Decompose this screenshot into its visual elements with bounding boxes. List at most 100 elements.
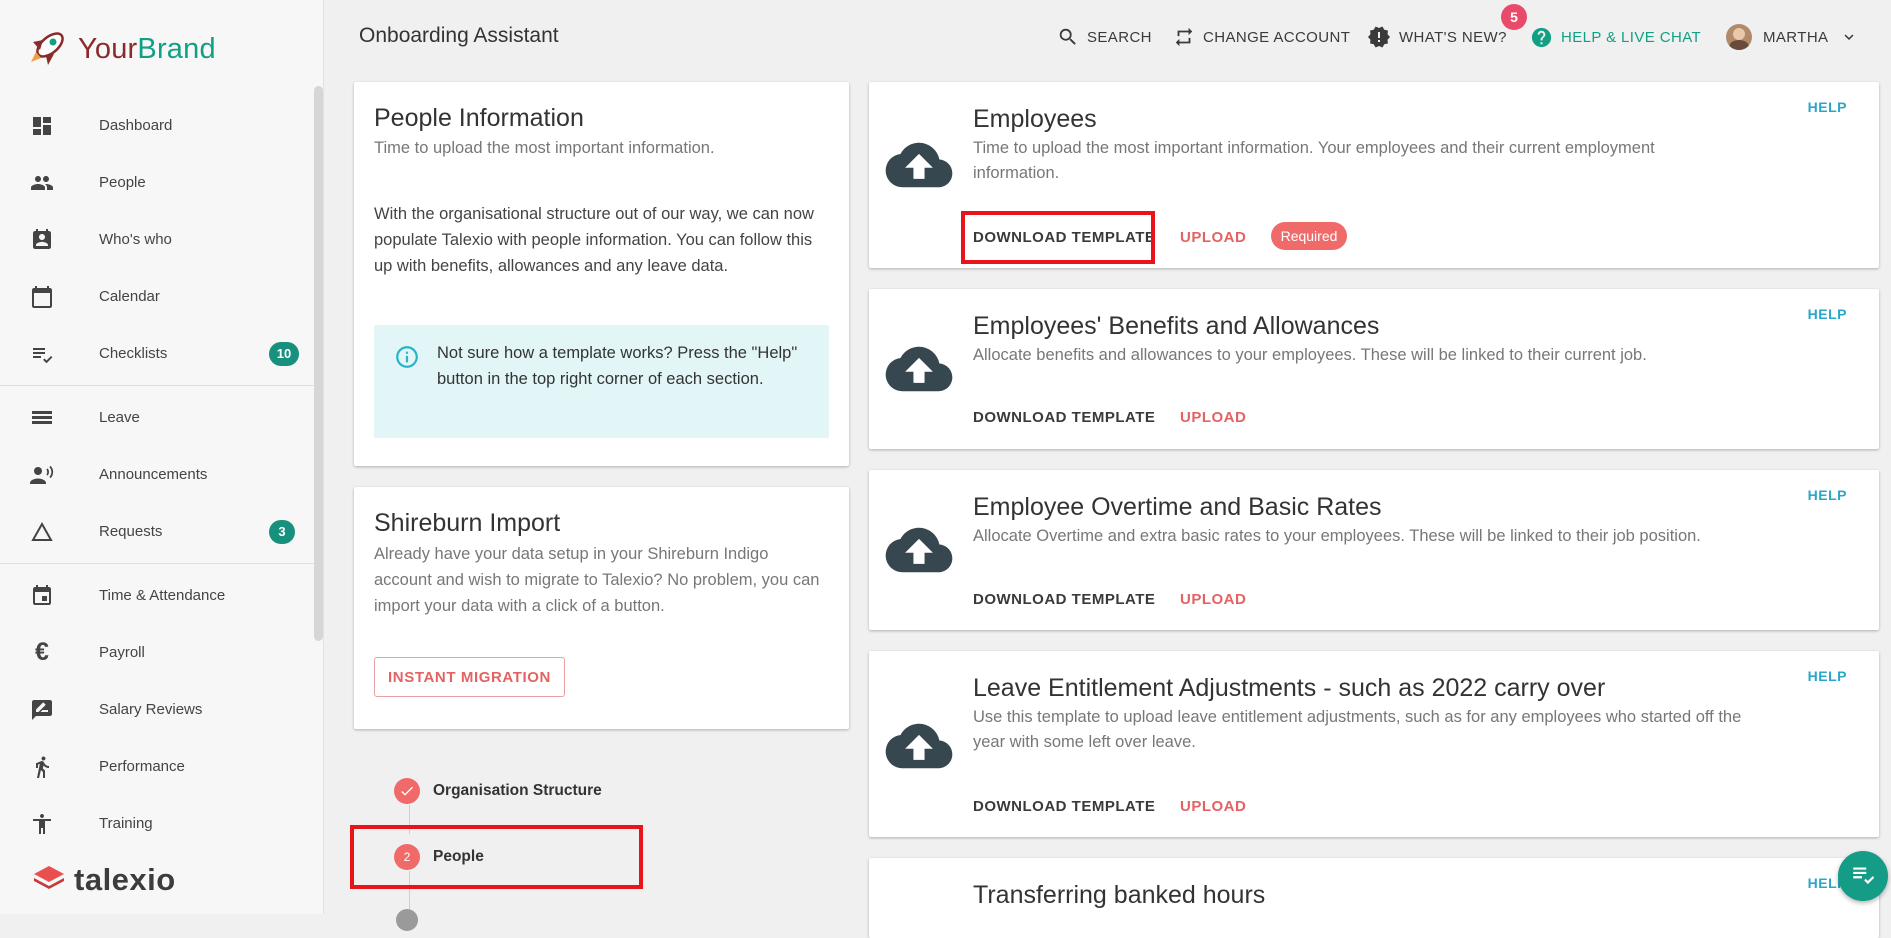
- sidebar-item-whos-who[interactable]: Who's who: [0, 211, 314, 268]
- download-template-button[interactable]: DOWNLOAD TEMPLATE: [973, 591, 1155, 608]
- highlight-box-download-template: [961, 211, 1155, 264]
- sidebar-item-label: Dashboard: [99, 117, 173, 134]
- cloud-upload-icon: [885, 140, 953, 195]
- sidebar-item-label: Checklists: [99, 345, 168, 362]
- cloud-upload-icon: [885, 344, 953, 399]
- help-circle-icon: [1530, 26, 1553, 49]
- calendar-icon: [28, 283, 56, 311]
- sidebar-item-performance[interactable]: Performance: [0, 738, 314, 795]
- sidebar-scrollbar[interactable]: [314, 86, 323, 641]
- info-callout-text: Not sure how a template works? Press the…: [437, 344, 798, 388]
- sidebar-item-calendar[interactable]: Calendar: [0, 268, 314, 325]
- sidebar: YourBrand Dashboard People Who's who Cal…: [0, 0, 324, 914]
- swap-icon: [1173, 26, 1195, 48]
- download-template-button[interactable]: DOWNLOAD TEMPLATE: [973, 798, 1155, 815]
- help-link[interactable]: HELP: [1808, 306, 1847, 322]
- brand-logo[interactable]: YourBrand: [28, 28, 216, 71]
- page-title: Onboarding Assistant: [359, 24, 559, 47]
- sidebar-item-label: Calendar: [99, 288, 160, 305]
- user-menu[interactable]: MARTHA: [1726, 24, 1858, 50]
- chevron-down-icon: [1840, 28, 1858, 46]
- change-account-label: CHANGE ACCOUNT: [1203, 28, 1351, 46]
- accessibility-icon: [28, 810, 56, 838]
- step-organisation-structure[interactable]: Organisation Structure: [394, 778, 602, 804]
- change-account-button[interactable]: CHANGE ACCOUNT: [1173, 24, 1350, 50]
- shireburn-import-card: Shireburn Import Already have your data …: [354, 487, 849, 729]
- next-step-dot: [396, 909, 418, 931]
- people-info-title: People Information: [374, 104, 584, 132]
- whats-new-button[interactable]: WHAT'S NEW?: [1367, 24, 1507, 50]
- avatar: [1726, 24, 1752, 50]
- download-template-button[interactable]: DOWNLOAD TEMPLATE: [973, 409, 1155, 426]
- upload-card-description: Time to upload the most important inform…: [973, 139, 1655, 182]
- sidebar-item-label: Time & Attendance: [99, 587, 226, 604]
- people-information-card: People Information Time to upload the mo…: [354, 82, 849, 466]
- upload-card-title: Employees: [973, 105, 1097, 133]
- help-link[interactable]: HELP: [1808, 668, 1847, 684]
- upload-card-title: Employee Overtime and Basic Rates: [973, 493, 1382, 521]
- upload-button[interactable]: UPLOAD: [1180, 409, 1246, 426]
- announcement-icon: [28, 461, 56, 489]
- cloud-upload-icon: [885, 525, 953, 580]
- upload-card-benefits-allowances: Employees' Benefits and Allowances Alloc…: [869, 289, 1879, 449]
- help-link[interactable]: HELP: [1808, 99, 1847, 115]
- shireburn-title: Shireburn Import: [374, 509, 561, 537]
- sidebar-item-requests[interactable]: Requests 3: [0, 503, 314, 560]
- nav-divider: [0, 385, 314, 386]
- sidebar-item-label: People: [99, 174, 146, 191]
- requests-count-badge: 3: [269, 519, 295, 544]
- euro-icon: €: [35, 638, 49, 666]
- nav-divider: [0, 563, 314, 564]
- sidebar-item-announcements[interactable]: Announcements: [0, 446, 314, 503]
- rate-review-icon: [28, 696, 56, 724]
- instant-migration-button[interactable]: INSTANT MIGRATION: [374, 657, 565, 697]
- rocket-icon: [28, 28, 70, 71]
- upload-button[interactable]: UPLOAD: [1180, 798, 1246, 815]
- checklist-fab-button[interactable]: [1838, 851, 1888, 901]
- upload-card-banked-hours: Transferring banked hours HELP: [869, 858, 1879, 938]
- sidebar-nav: Dashboard People Who's who Calendar Chec…: [0, 97, 314, 852]
- search-icon: [1057, 26, 1079, 48]
- people-info-subtitle: Time to upload the most important inform…: [374, 139, 715, 157]
- help-live-chat-label: HELP & LIVE CHAT: [1561, 28, 1702, 46]
- sidebar-item-label: Leave: [99, 409, 140, 426]
- step-label: Organisation Structure: [433, 782, 602, 799]
- sidebar-item-salary-reviews[interactable]: Salary Reviews: [0, 681, 314, 738]
- upload-card-leave-entitlement: Leave Entitlement Adjustments - such as …: [869, 651, 1879, 837]
- user-name: MARTHA: [1763, 28, 1829, 46]
- cloud-upload-icon: [885, 721, 953, 776]
- upload-card-description: Use this template to upload leave entitl…: [973, 708, 1742, 751]
- upload-card-overtime-rates: Employee Overtime and Basic Rates Alloca…: [869, 470, 1879, 630]
- sidebar-item-dashboard[interactable]: Dashboard: [0, 97, 314, 154]
- run-icon: [28, 753, 56, 781]
- checklists-count-badge: 10: [269, 341, 299, 366]
- upload-card-title: Leave Entitlement Adjustments - such as …: [973, 674, 1606, 702]
- leave-icon: [28, 404, 56, 432]
- sidebar-item-label: Performance: [99, 758, 185, 775]
- sidebar-item-time-attendance[interactable]: Time & Attendance: [0, 567, 314, 624]
- upload-button[interactable]: UPLOAD: [1180, 591, 1246, 608]
- help-live-chat-button[interactable]: HELP & LIVE CHAT: [1530, 24, 1701, 50]
- sidebar-item-label: Announcements: [99, 466, 208, 483]
- help-link[interactable]: HELP: [1808, 487, 1847, 503]
- brand-name: YourBrand: [78, 33, 216, 65]
- sidebar-item-payroll[interactable]: € Payroll: [0, 624, 314, 681]
- sidebar-item-checklists[interactable]: Checklists 10: [0, 325, 314, 382]
- whats-new-count-badge: 5: [1501, 4, 1527, 30]
- info-icon: [394, 344, 420, 375]
- upload-card-description: Allocate benefits and allowances to your…: [973, 346, 1647, 364]
- sidebar-item-leave[interactable]: Leave: [0, 389, 314, 446]
- sidebar-item-label: Who's who: [99, 231, 172, 248]
- talexio-layers-icon: [32, 864, 66, 897]
- sidebar-item-training[interactable]: Training: [0, 795, 314, 852]
- whats-new-label: WHAT'S NEW?: [1399, 28, 1507, 46]
- talexio-logo: talexio: [32, 862, 176, 898]
- sidebar-item-people[interactable]: People: [0, 154, 314, 211]
- event-icon: [28, 582, 56, 610]
- search-button[interactable]: SEARCH: [1057, 24, 1152, 50]
- upload-button[interactable]: UPLOAD: [1180, 229, 1246, 246]
- upload-card-title: Employees' Benefits and Allowances: [973, 312, 1380, 340]
- people-info-body: With the organisational structure out of…: [374, 205, 814, 275]
- people-icon: [28, 169, 56, 197]
- shireburn-body: Already have your data setup in your Shi…: [374, 545, 820, 615]
